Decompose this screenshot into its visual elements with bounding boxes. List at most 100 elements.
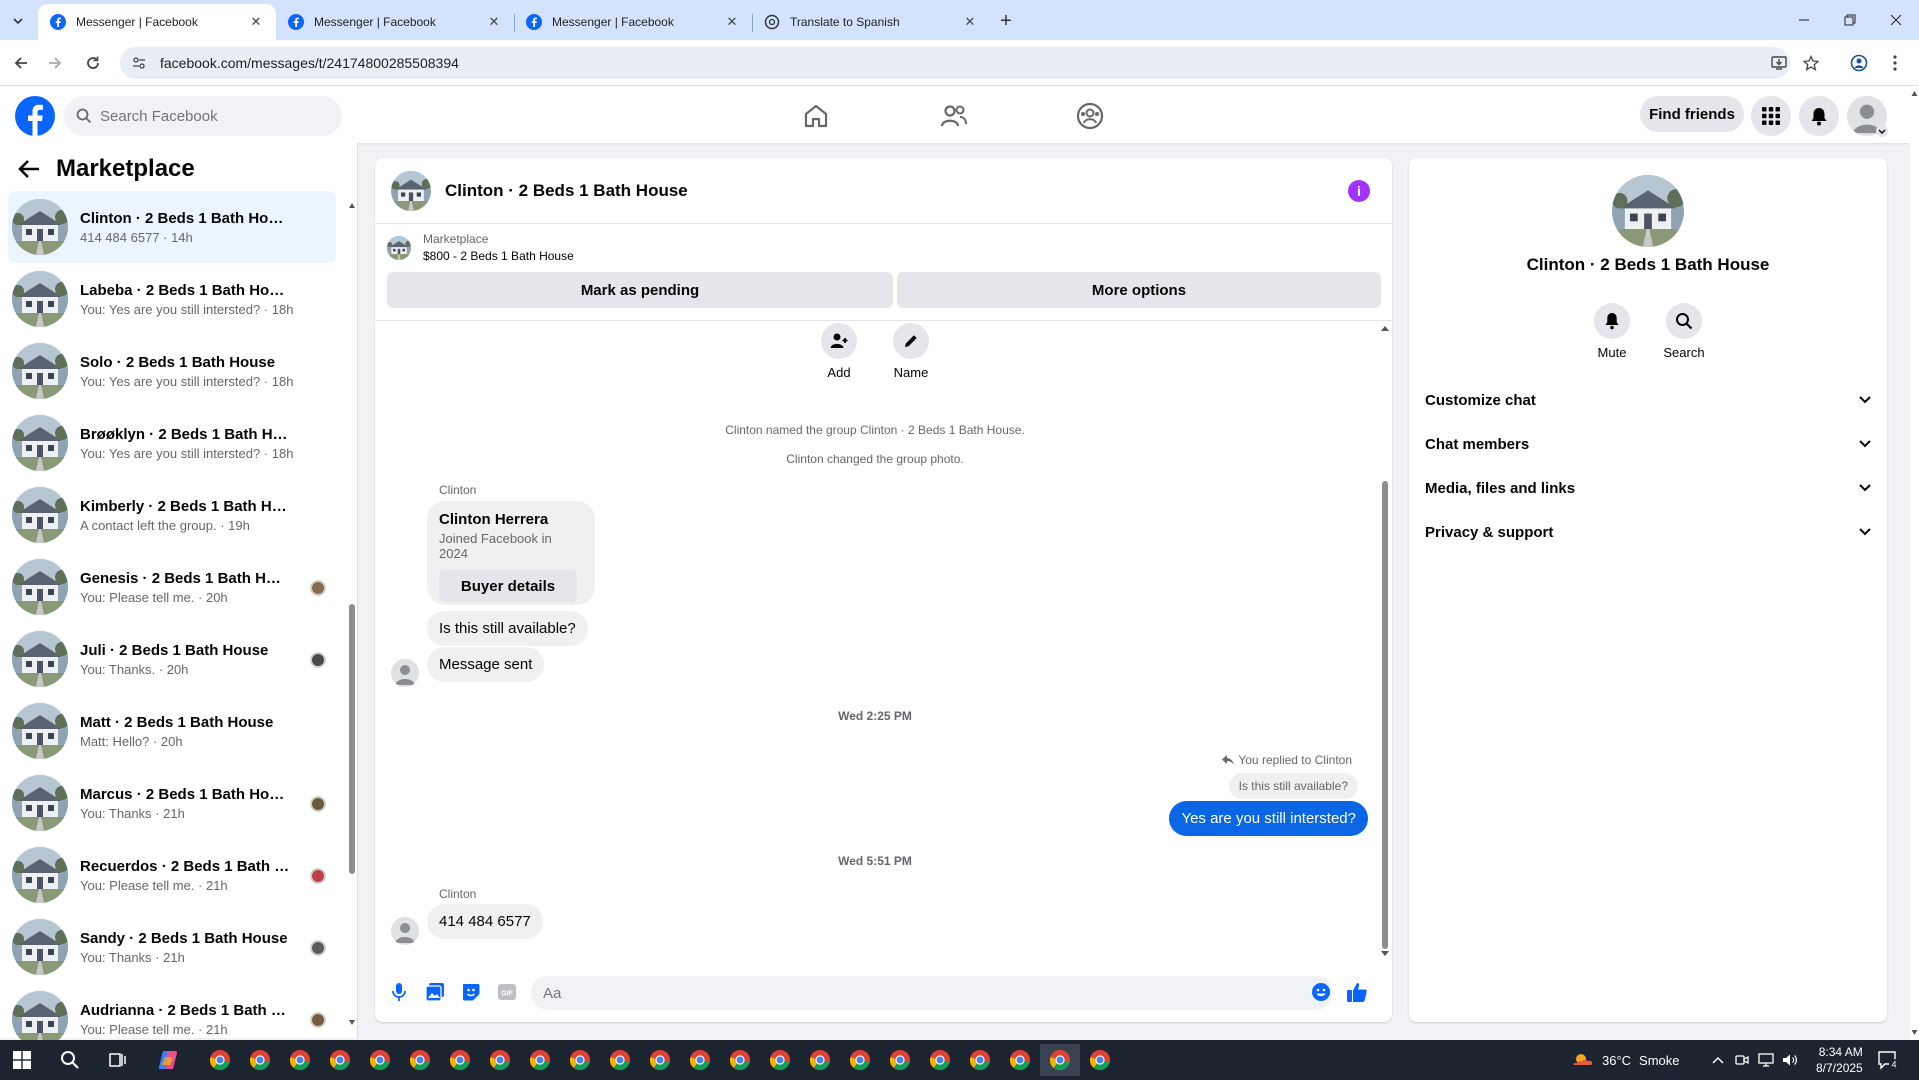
thread-scrollbar[interactable] xyxy=(1378,321,1392,959)
tab-close-icon[interactable]: ✕ xyxy=(248,14,264,30)
close-window-icon[interactable] xyxy=(1873,0,1919,40)
browser-menu-icon[interactable] xyxy=(1882,50,1908,76)
forward-arrow-icon[interactable] xyxy=(42,50,68,76)
chrome-taskbar-icon[interactable] xyxy=(960,1044,1000,1076)
listing-banner[interactable]: Marketplace $800 - 2 Beds 1 Bath House xyxy=(387,232,574,263)
chrome-taskbar-icon[interactable] xyxy=(800,1044,840,1076)
chrome-taskbar-icon[interactable] xyxy=(280,1044,320,1076)
new-tab-button[interactable]: + xyxy=(993,8,1019,34)
chrome-taskbar-icon[interactable] xyxy=(880,1044,920,1076)
chrome-taskbar-icon[interactable] xyxy=(320,1044,360,1076)
incoming-message[interactable]: 414 484 6577 xyxy=(427,904,543,939)
message-input[interactable] xyxy=(531,976,1333,1010)
chat-list-item[interactable]: Marcus · 2 Beds 1 Bath House You: Thanks … xyxy=(8,767,336,839)
reload-icon[interactable] xyxy=(80,50,106,76)
account-chevron-icon[interactable] xyxy=(1876,125,1888,137)
section-media-files-links[interactable]: Media, files and links xyxy=(1425,470,1871,506)
profile-icon[interactable] xyxy=(1846,50,1872,76)
install-app-icon[interactable] xyxy=(1766,50,1792,76)
address-bar[interactable]: facebook.com/messages/t/2417480028550839… xyxy=(120,47,1790,79)
chrome-taskbar-icon[interactable] xyxy=(920,1044,960,1076)
chat-list-item[interactable]: Brøøklyn · 2 Beds 1 Bath House You: Yes a… xyxy=(8,407,336,479)
facebook-logo-icon[interactable] xyxy=(15,96,55,136)
home-icon[interactable] xyxy=(796,96,836,136)
search-in-chat-button[interactable]: Search xyxy=(1654,303,1714,360)
chrome-taskbar-icon[interactable] xyxy=(440,1044,480,1076)
outgoing-message[interactable]: Yes are you still intersted? xyxy=(1169,801,1368,836)
tab-close-icon[interactable]: ✕ xyxy=(962,14,978,30)
add-member-button[interactable]: Add xyxy=(809,323,869,380)
sticker-icon[interactable] xyxy=(459,980,483,1004)
meet-now-icon[interactable] xyxy=(1730,1044,1754,1076)
chat-list-item[interactable]: Kimberly · 2 Beds 1 Bath House A contact … xyxy=(8,479,336,551)
info-icon[interactable]: i xyxy=(1348,180,1370,202)
quoted-message[interactable]: Is this still available? xyxy=(1228,773,1358,799)
chrome-taskbar-icon[interactable] xyxy=(680,1044,720,1076)
windows-start-icon[interactable] xyxy=(2,1044,42,1076)
sidebar-scrollbar[interactable] xyxy=(348,198,356,1030)
chrome-taskbar-icon[interactable] xyxy=(720,1044,760,1076)
url-text[interactable]: facebook.com/messages/t/2417480028550839… xyxy=(160,55,459,71)
group-avatar[interactable] xyxy=(391,171,431,211)
chrome-taskbar-icon[interactable] xyxy=(520,1044,560,1076)
gif-icon[interactable]: GIF xyxy=(495,980,519,1004)
chrome-taskbar-icon[interactable] xyxy=(600,1044,640,1076)
bookmark-star-icon[interactable] xyxy=(1798,50,1824,76)
minimize-icon[interactable] xyxy=(1781,0,1827,40)
weather-widget[interactable]: 36°C Smoke xyxy=(1572,1050,1680,1070)
section-chat-members[interactable]: Chat members xyxy=(1425,426,1871,462)
chat-list-item[interactable]: Recuerdos · 2 Beds 1 Bath Ho... You: Plea… xyxy=(8,839,336,911)
network-icon[interactable] xyxy=(1754,1044,1778,1076)
tab-close-icon[interactable]: ✕ xyxy=(724,14,740,30)
section-privacy-support[interactable]: Privacy & support xyxy=(1425,514,1871,550)
chat-list-item[interactable]: Clinton · 2 Beds 1 Bath House 414 484 657… xyxy=(8,191,336,263)
tab-close-icon[interactable]: ✕ xyxy=(486,14,502,30)
chat-list-item[interactable]: Matt · 2 Beds 1 Bath House Matt: Hello? ·… xyxy=(8,695,336,767)
chrome-taskbar-icon[interactable] xyxy=(240,1044,280,1076)
chat-list-item[interactable]: Solo · 2 Beds 1 Bath House You: Yes are y… xyxy=(8,335,336,407)
section-customize-chat[interactable]: Customize chat xyxy=(1425,382,1871,418)
chrome-taskbar-icon[interactable] xyxy=(1080,1044,1120,1076)
chrome-taskbar-icon[interactable] xyxy=(480,1044,520,1076)
chat-list-item[interactable]: Labeba · 2 Beds 1 Bath House You: Yes are… xyxy=(8,263,336,335)
chrome-taskbar-icon[interactable] xyxy=(840,1044,880,1076)
page-scrollbar[interactable] xyxy=(1910,86,1919,1040)
search-input[interactable] xyxy=(100,107,320,125)
more-options-button[interactable]: More options xyxy=(897,272,1381,308)
chrome-taskbar-icon[interactable] xyxy=(760,1044,800,1076)
chrome-taskbar-icon[interactable] xyxy=(200,1044,240,1076)
taskbar-search-icon[interactable] xyxy=(50,1044,90,1076)
chrome-taskbar-icon[interactable] xyxy=(360,1044,400,1076)
buyer-details-button[interactable]: Buyer details xyxy=(439,570,577,602)
back-arrow-icon[interactable] xyxy=(18,159,40,179)
group-avatar-large[interactable] xyxy=(1612,175,1684,247)
browser-tab-4[interactable]: Translate to Spanish ✕ xyxy=(752,4,990,40)
show-hidden-icons-icon[interactable] xyxy=(1706,1044,1730,1076)
notifications-bell-icon[interactable] xyxy=(1799,96,1839,136)
thumbs-up-icon[interactable] xyxy=(1345,980,1369,1004)
system-clock[interactable]: 8:34 AM 8/7/2025 xyxy=(1816,1044,1863,1076)
browser-tab-3[interactable]: Messenger | Facebook ✕ xyxy=(514,4,752,40)
chat-list-item[interactable]: Genesis · 2 Beds 1 Bath House You: Please… xyxy=(8,551,336,623)
chrome-taskbar-icon[interactable] xyxy=(560,1044,600,1076)
facebook-search-bar[interactable] xyxy=(64,96,342,136)
sender-avatar[interactable] xyxy=(391,917,419,945)
browser-tab-1[interactable]: Messenger | Facebook ✕ xyxy=(38,4,276,40)
chrome-taskbar-icon[interactable] xyxy=(640,1044,680,1076)
incoming-message[interactable]: Is this still available? xyxy=(427,611,588,646)
chrome-taskbar-icon[interactable] xyxy=(1040,1044,1080,1076)
chat-list-item[interactable]: Juli · 2 Beds 1 Bath House You: Thanks. ·… xyxy=(8,623,336,695)
chrome-taskbar-icon[interactable] xyxy=(400,1044,440,1076)
notification-center-icon[interactable]: 4 xyxy=(1876,1048,1900,1072)
back-arrow-icon[interactable] xyxy=(8,50,34,76)
tab-search-chevron-icon[interactable] xyxy=(6,9,30,33)
volume-icon[interactable] xyxy=(1778,1044,1802,1076)
friends-icon[interactable] xyxy=(934,96,974,136)
mark-as-pending-button[interactable]: Mark as pending xyxy=(387,272,893,308)
browser-tab-2[interactable]: Messenger | Facebook ✕ xyxy=(276,4,514,40)
groups-icon[interactable] xyxy=(1070,96,1110,136)
photo-attach-icon[interactable] xyxy=(423,980,447,1004)
contact-name[interactable]: Clinton Herrera xyxy=(439,511,583,528)
chat-list-item[interactable]: Sandy · 2 Beds 1 Bath House You: Thanks ·… xyxy=(8,911,336,983)
find-friends-button[interactable]: Find friends xyxy=(1640,96,1744,132)
